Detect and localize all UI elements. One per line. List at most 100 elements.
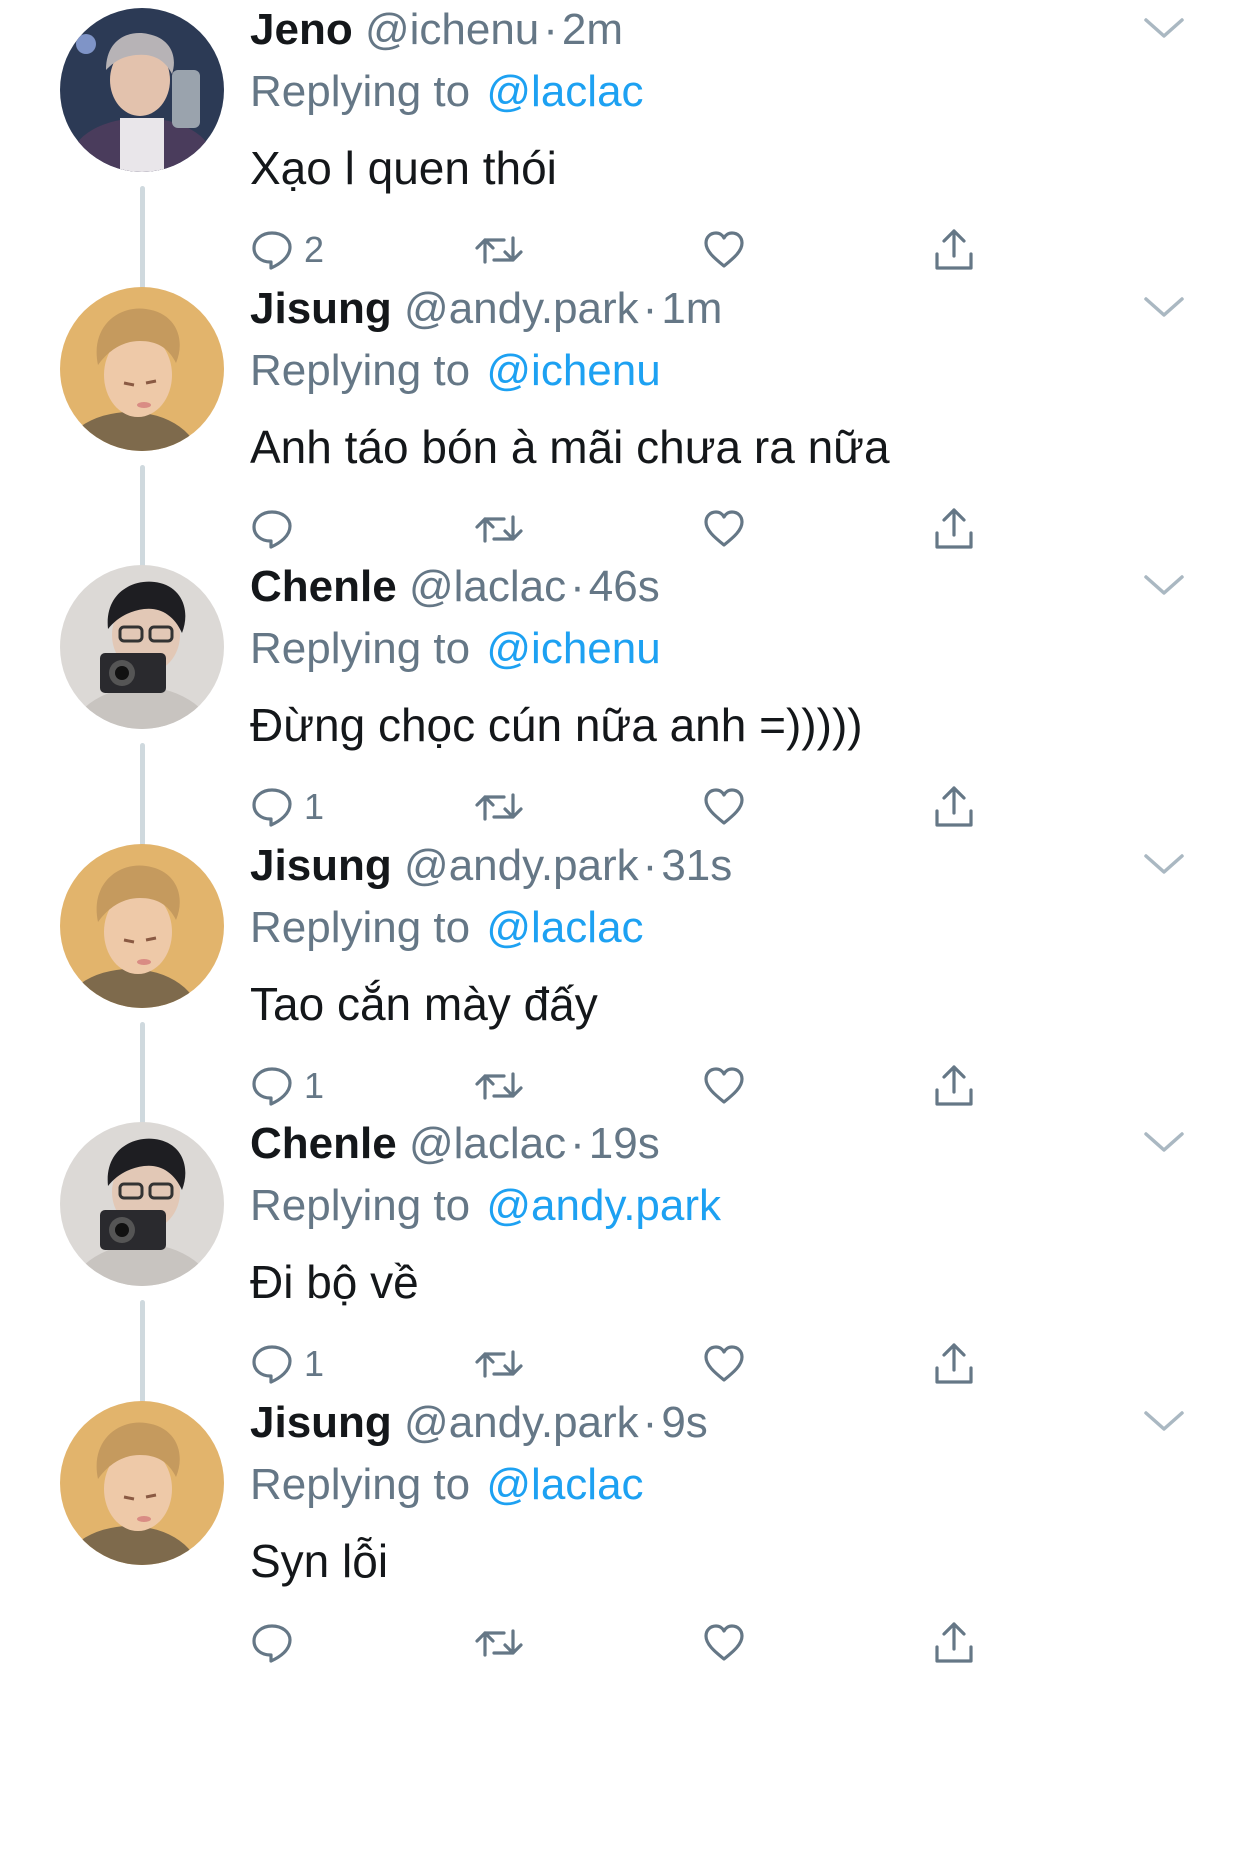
share-button[interactable] bbox=[932, 1334, 976, 1394]
like-button[interactable] bbox=[702, 220, 746, 280]
heart-icon bbox=[702, 785, 746, 829]
reply-button[interactable]: 1 bbox=[250, 1334, 324, 1394]
reply-bubble-icon bbox=[250, 785, 294, 829]
chevron-down-icon[interactable] bbox=[1142, 1407, 1186, 1437]
timestamp[interactable]: 9s bbox=[661, 1398, 707, 1447]
retweet-icon bbox=[474, 228, 524, 272]
share-button[interactable] bbox=[932, 777, 976, 837]
display-name[interactable]: Jisung bbox=[250, 841, 392, 890]
timestamp[interactable]: 2m bbox=[562, 5, 623, 54]
reply-count: 2 bbox=[304, 229, 325, 270]
replying-to: Replying to @ichenu bbox=[250, 621, 661, 677]
tweet-actions: 2 bbox=[250, 220, 1010, 280]
reply-button[interactable]: 2 bbox=[250, 220, 324, 280]
avatar-jisung[interactable] bbox=[60, 1400, 224, 1565]
share-button[interactable] bbox=[932, 499, 976, 559]
timestamp[interactable]: 46s bbox=[589, 562, 660, 611]
like-button[interactable] bbox=[702, 499, 746, 559]
user-handle[interactable]: @andy.park bbox=[404, 841, 639, 890]
user-handle[interactable]: @laclac bbox=[409, 1119, 566, 1168]
timestamp[interactable]: 1m bbox=[661, 284, 722, 333]
like-button[interactable] bbox=[702, 1056, 746, 1116]
tweet-actions: 1 bbox=[250, 1056, 1010, 1116]
retweet-button[interactable] bbox=[474, 1056, 524, 1116]
heart-icon bbox=[702, 1621, 746, 1665]
mention-link[interactable]: @ichenu bbox=[486, 346, 660, 395]
display-name[interactable]: Jeno bbox=[250, 5, 353, 54]
tweet-text: Đừng chọc cún nữa anh =))))) bbox=[250, 699, 863, 751]
separator-dot: · bbox=[570, 562, 585, 611]
avatar-jisung[interactable] bbox=[60, 286, 224, 451]
chevron-down-icon[interactable] bbox=[1142, 850, 1186, 880]
chevron-down-icon[interactable] bbox=[1142, 1128, 1186, 1158]
tweet-text: Syn lỗi bbox=[250, 1534, 389, 1587]
like-button[interactable] bbox=[702, 1334, 746, 1394]
like-button[interactable] bbox=[702, 1613, 746, 1673]
user-handle[interactable]: @andy.park bbox=[404, 1398, 639, 1447]
chevron-down-icon[interactable] bbox=[1142, 571, 1186, 601]
mention-link[interactable]: @laclac bbox=[486, 67, 643, 116]
share-button[interactable] bbox=[932, 220, 976, 280]
heart-icon bbox=[702, 1342, 746, 1386]
tweet-actions bbox=[250, 499, 1010, 559]
mention-link[interactable]: @laclac bbox=[486, 903, 643, 952]
tweet-header: Jeno @ichenu·2m bbox=[250, 2, 623, 58]
tweet-header: Chenle @laclac·46s bbox=[250, 559, 660, 615]
retweet-icon bbox=[474, 1064, 524, 1108]
avatar-chenle[interactable] bbox=[60, 565, 224, 729]
replying-to: Replying to @laclac bbox=[250, 64, 644, 120]
timestamp[interactable]: 19s bbox=[589, 1119, 660, 1168]
tweet-actions: 1 bbox=[250, 777, 1010, 837]
share-button[interactable] bbox=[932, 1613, 976, 1673]
reply-count: 1 bbox=[304, 1343, 325, 1384]
replying-to-label: Replying to bbox=[250, 624, 471, 673]
retweet-button[interactable] bbox=[474, 1613, 524, 1673]
retweet-button[interactable] bbox=[474, 220, 524, 280]
share-icon bbox=[932, 1062, 976, 1110]
replying-to-label: Replying to bbox=[250, 345, 471, 395]
tweet-actions: 1 bbox=[250, 1334, 1010, 1394]
separator-dot: · bbox=[570, 1119, 585, 1168]
replying-to: Replying to @andy.park bbox=[250, 1178, 721, 1234]
avatar-jeno[interactable] bbox=[60, 8, 224, 172]
replying-to-label: Replying to bbox=[250, 1181, 471, 1230]
avatar-chenle[interactable] bbox=[60, 1122, 224, 1286]
reply-button[interactable] bbox=[250, 1613, 294, 1673]
reply-bubble-icon bbox=[250, 1064, 294, 1108]
reply-button[interactable]: 1 bbox=[250, 777, 324, 837]
separator-dot: · bbox=[543, 5, 558, 54]
display-name[interactable]: Chenle bbox=[250, 1119, 397, 1168]
share-icon bbox=[932, 783, 976, 831]
display-name[interactable]: Chenle bbox=[250, 562, 397, 611]
replying-to: Replying to @laclac bbox=[250, 900, 644, 956]
reply-button[interactable] bbox=[250, 499, 294, 559]
mention-link[interactable]: @andy.park bbox=[486, 1181, 721, 1230]
tweet-6[interactable]: Jisung @andy.park·9s Replying to @laclac… bbox=[0, 1393, 1242, 1725]
like-button[interactable] bbox=[702, 777, 746, 837]
tweet-header: Jisung @andy.park·1m bbox=[250, 281, 722, 337]
retweet-button[interactable] bbox=[474, 1334, 524, 1394]
tweet-header: Chenle @laclac·19s bbox=[250, 1116, 660, 1172]
chevron-down-icon[interactable] bbox=[1142, 293, 1186, 323]
reply-button[interactable]: 1 bbox=[250, 1056, 324, 1116]
mention-link[interactable]: @ichenu bbox=[486, 624, 660, 673]
display-name[interactable]: Jisung bbox=[250, 284, 392, 333]
retweet-button[interactable] bbox=[474, 777, 524, 837]
user-handle[interactable]: @ichenu bbox=[365, 5, 539, 54]
share-icon bbox=[932, 226, 976, 274]
replying-to-label: Replying to bbox=[250, 67, 471, 116]
user-handle[interactable]: @andy.park bbox=[404, 284, 639, 333]
separator-dot: · bbox=[642, 840, 658, 890]
mention-link[interactable]: @laclac bbox=[486, 1460, 643, 1509]
share-button[interactable] bbox=[932, 1056, 976, 1116]
chevron-down-icon[interactable] bbox=[1142, 14, 1186, 44]
heart-icon bbox=[702, 1064, 746, 1108]
display-name[interactable]: Jisung bbox=[250, 1398, 392, 1447]
retweet-icon bbox=[474, 507, 524, 551]
user-handle[interactable]: @laclac bbox=[409, 562, 566, 611]
retweet-button[interactable] bbox=[474, 499, 524, 559]
retweet-icon bbox=[474, 1621, 524, 1665]
heart-icon bbox=[702, 228, 746, 272]
timestamp[interactable]: 31s bbox=[661, 841, 732, 890]
avatar-jisung[interactable] bbox=[60, 843, 224, 1008]
